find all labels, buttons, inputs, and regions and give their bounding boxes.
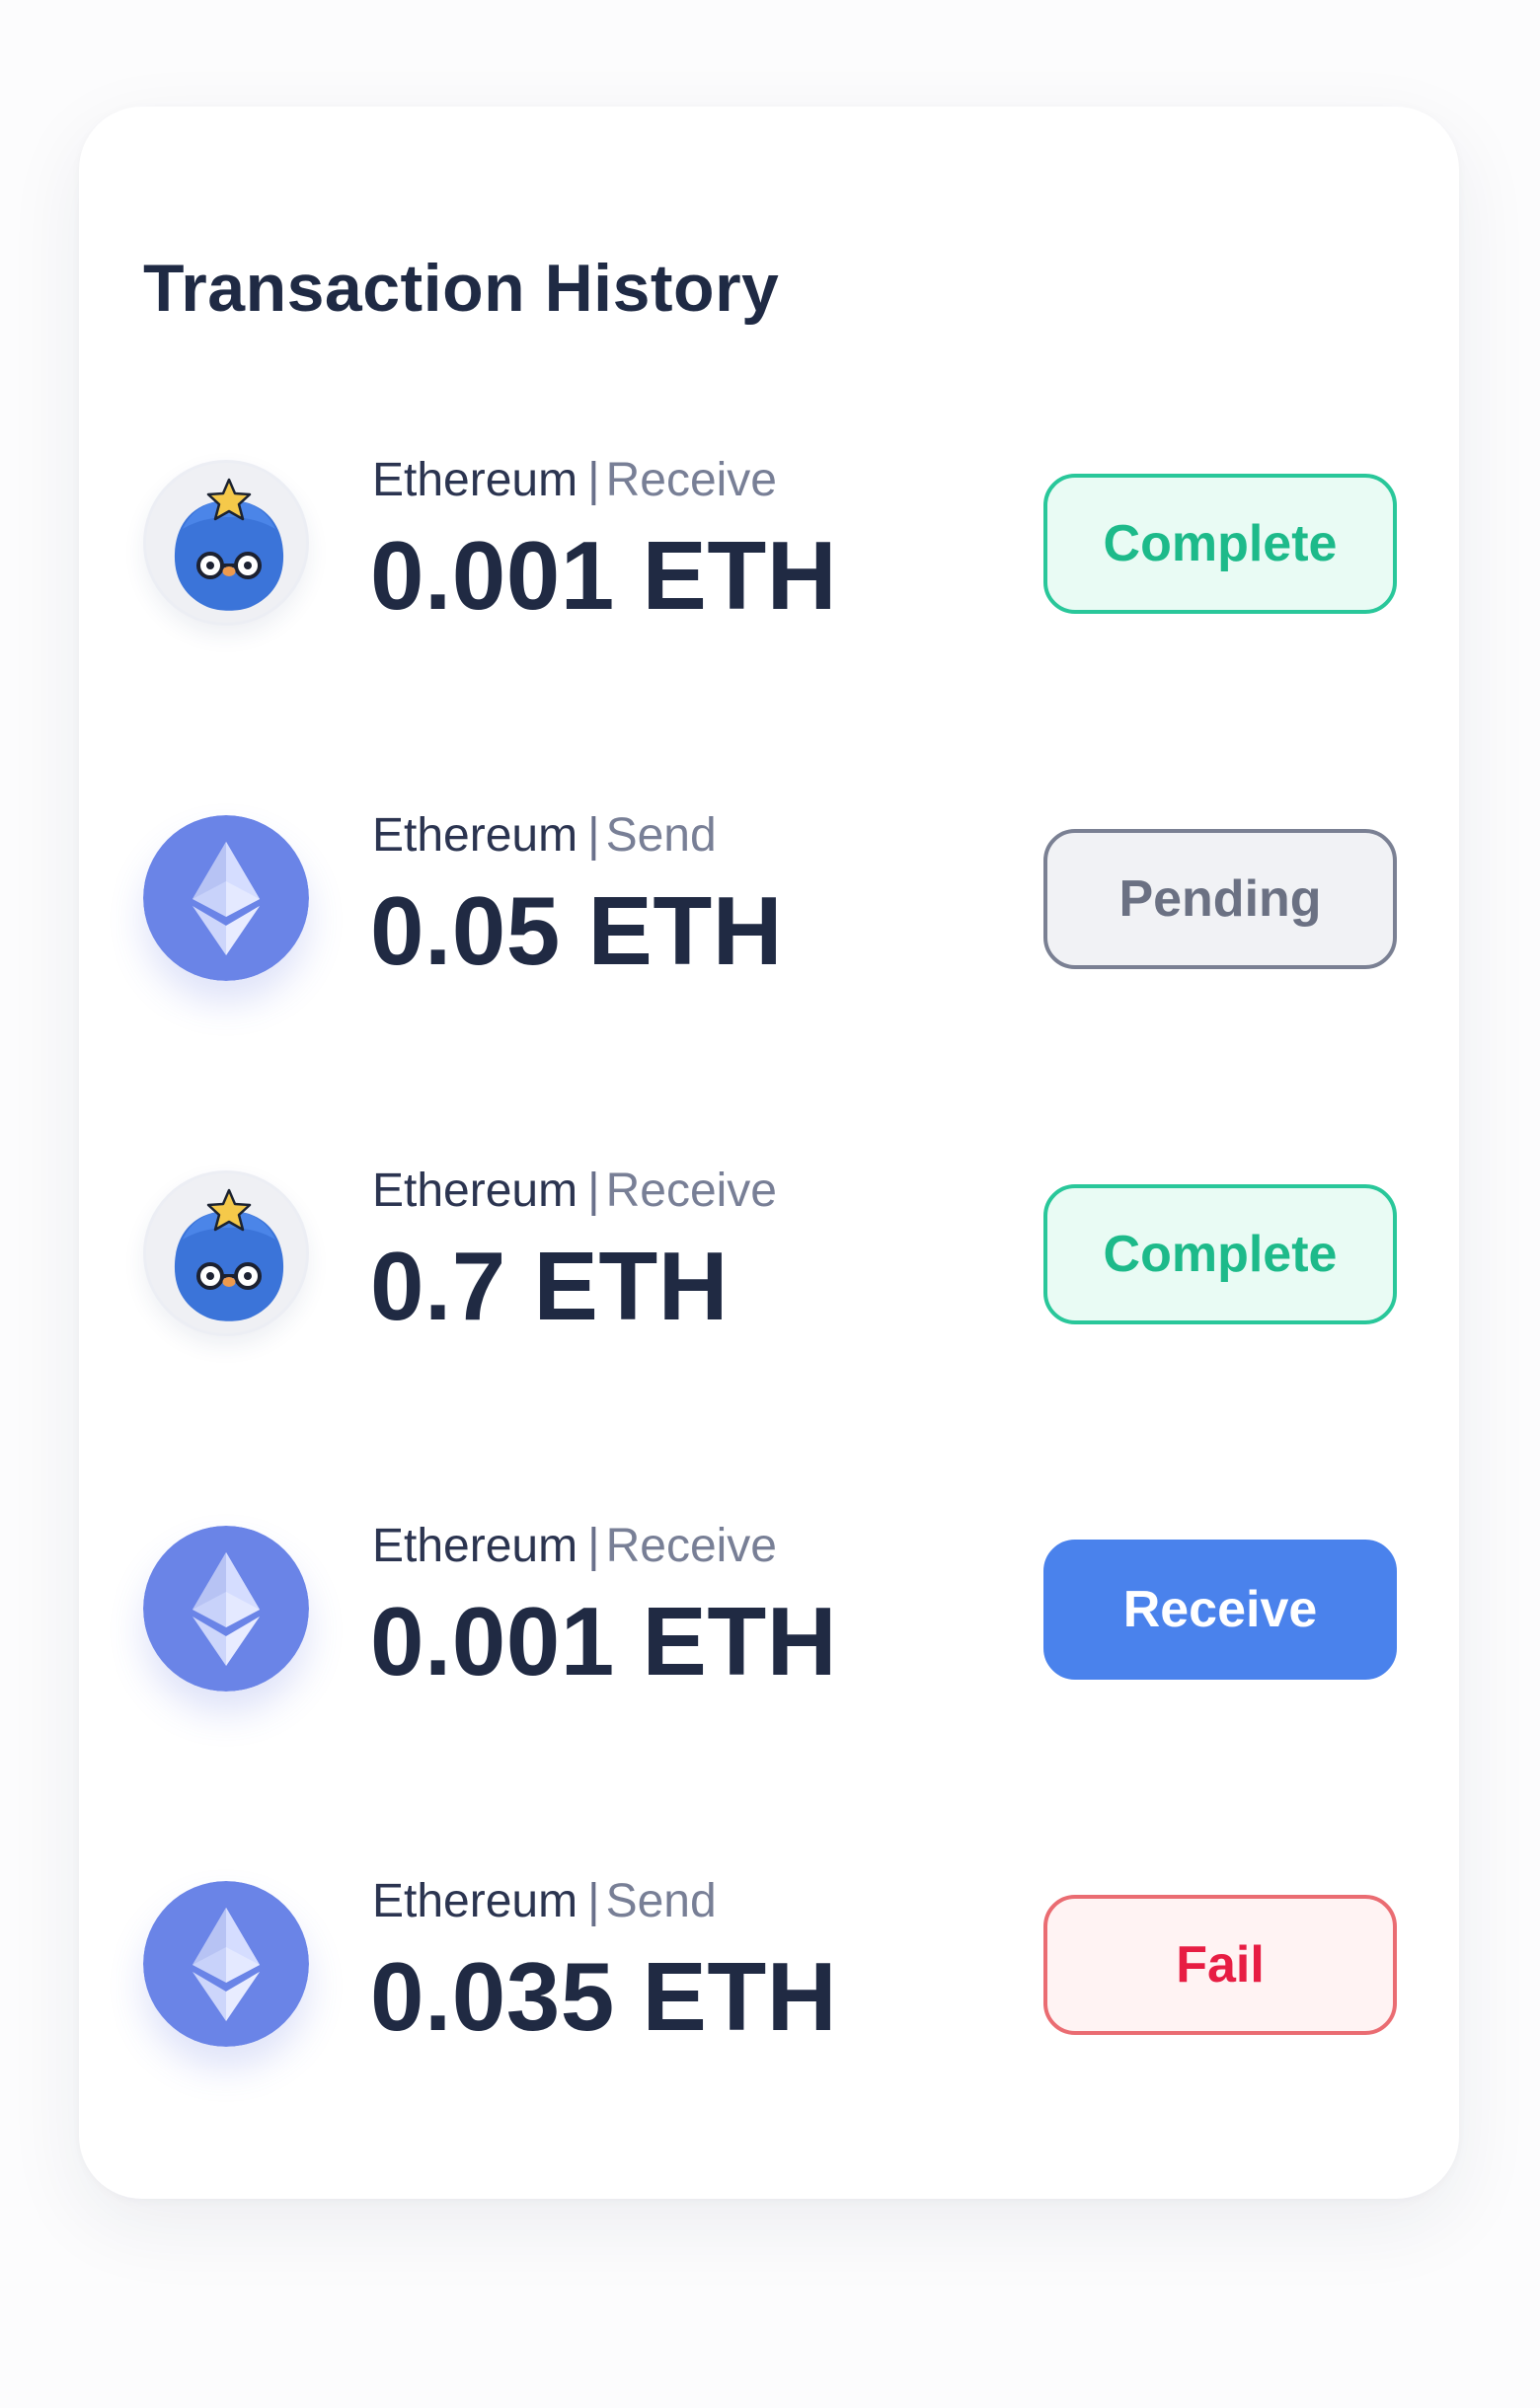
status-badge-complete[interactable]: Complete xyxy=(1043,474,1397,614)
mascot-icon xyxy=(143,460,309,626)
transaction-type: Send xyxy=(605,1875,717,1927)
meta-separator: | xyxy=(587,454,600,506)
transaction-amount: 0.001 ETH xyxy=(370,1587,837,1695)
transaction-network: Ethereum xyxy=(372,454,578,506)
transaction-row[interactable]: Ethereum | Send 0.05 ETH Pending xyxy=(143,801,1397,999)
ethereum-icon xyxy=(143,815,309,981)
transaction-network: Ethereum xyxy=(372,1520,578,1572)
transaction-network: Ethereum xyxy=(372,1875,578,1927)
transaction-row[interactable]: Ethereum | Receive 0.7 ETH Complete xyxy=(143,1157,1397,1354)
transaction-amount: 0.7 ETH xyxy=(370,1232,729,1340)
status-badge-complete[interactable]: Complete xyxy=(1043,1184,1397,1324)
transaction-meta: Ethereum | Receive xyxy=(372,1512,777,1581)
transaction-amount: 0.001 ETH xyxy=(370,521,837,630)
transaction-row[interactable]: Ethereum | Send 0.035 ETH Fail xyxy=(143,1867,1397,2065)
ethereum-icon xyxy=(143,1881,309,2047)
transaction-network: Ethereum xyxy=(372,1165,578,1217)
transaction-type: Receive xyxy=(605,454,777,506)
mascot-icon xyxy=(143,1170,309,1336)
transaction-type: Send xyxy=(605,809,717,862)
transaction-type: Receive xyxy=(605,1520,777,1572)
ethereum-icon xyxy=(143,1526,309,1692)
transaction-amount: 0.035 ETH xyxy=(370,1942,837,2051)
meta-separator: | xyxy=(587,809,600,862)
meta-separator: | xyxy=(587,1520,600,1572)
transaction-meta: Ethereum | Send xyxy=(372,801,717,870)
status-badge-pending[interactable]: Pending xyxy=(1043,829,1397,969)
receive-button[interactable]: Receive xyxy=(1043,1540,1397,1680)
transaction-row[interactable]: Ethereum | Receive 0.001 ETH Receive xyxy=(143,1512,1397,1709)
transaction-list: Ethereum | Receive 0.001 ETH Complete Ethe… xyxy=(0,0,1540,2408)
meta-separator: | xyxy=(587,1875,600,1927)
transaction-row[interactable]: Ethereum | Receive 0.001 ETH Complete xyxy=(143,446,1397,643)
transaction-meta: Ethereum | Receive xyxy=(372,1157,777,1226)
meta-separator: | xyxy=(587,1165,600,1217)
transaction-type: Receive xyxy=(605,1165,777,1217)
transaction-meta: Ethereum | Send xyxy=(372,1867,717,1936)
transaction-meta: Ethereum | Receive xyxy=(372,446,777,515)
transaction-network: Ethereum xyxy=(372,809,578,862)
transaction-amount: 0.05 ETH xyxy=(370,876,783,985)
status-badge-fail[interactable]: Fail xyxy=(1043,1895,1397,2035)
